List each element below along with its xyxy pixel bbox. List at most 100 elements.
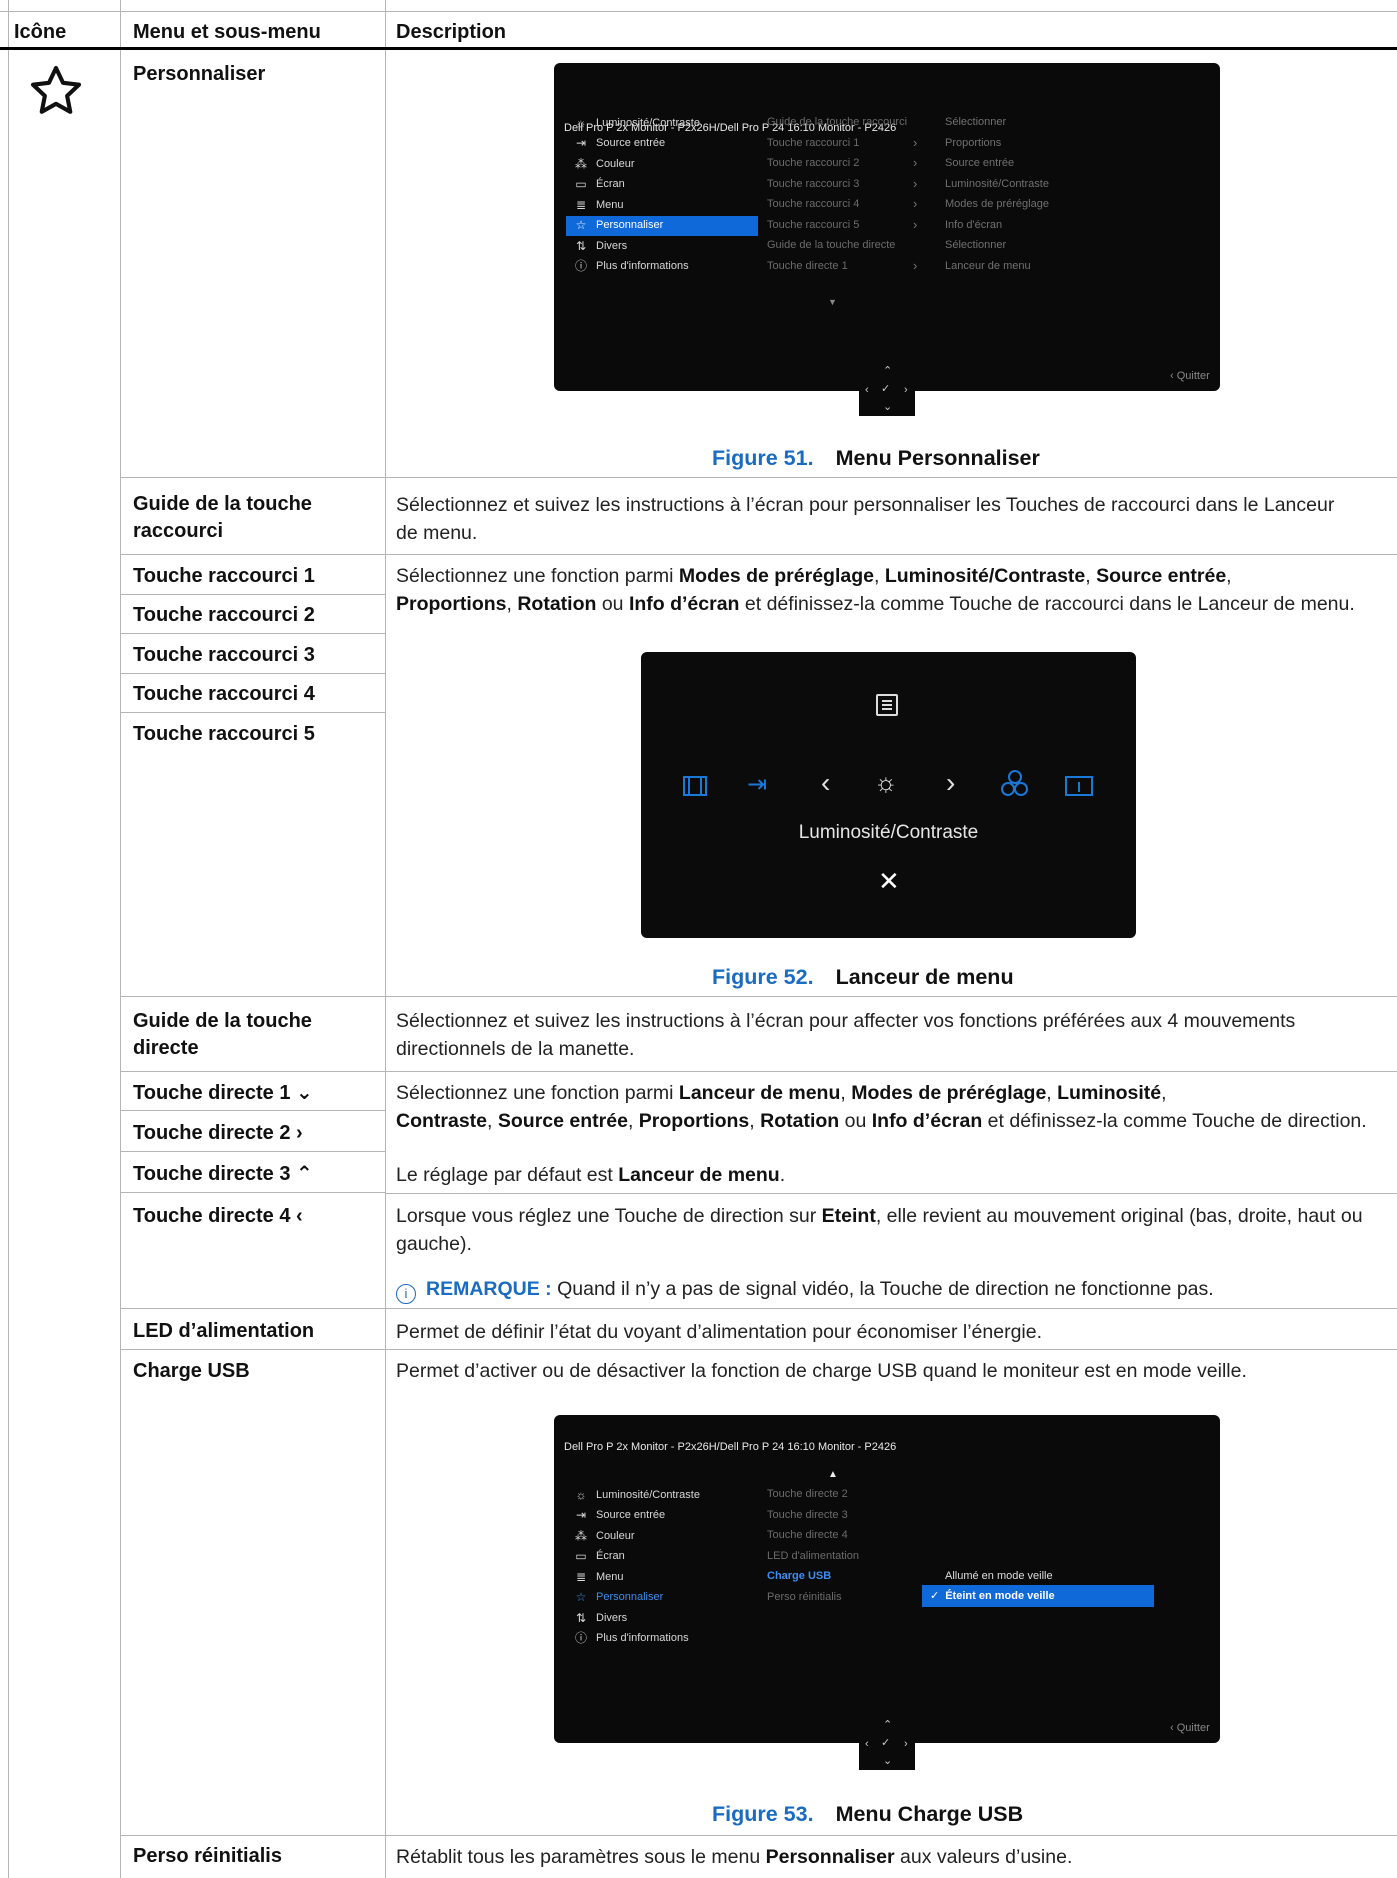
osd-submenu-item: Perso réinitialis [767,1590,842,1603]
chevron-right-icon: › [913,196,918,211]
quit-button[interactable]: ‹ Quitter [1170,369,1210,384]
osd-option-on: Allumé en mode veille [945,1570,1053,1582]
osd-submenu-item: Charge USB [767,1570,832,1582]
osd-submenu-item: LED d'alimentation [767,1549,859,1562]
osd-menu-item: ⇥ Source entrée [566,134,758,154]
osd-value-item: Source entrée [945,157,1015,169]
menu-guide-directe: Guide de la touche directe [133,1010,312,1059]
quit-button[interactable]: ‹ Quitter [1170,1721,1210,1736]
menu-touche-raccourci-4: Touche raccourci 4 [133,683,315,705]
osd-menu-label: Divers [596,239,628,252]
osd-submenu-item: Guide de la touche raccourci [767,116,908,128]
menu-touche-directe-4: Touche directe 4 ‹ [133,1205,303,1227]
menu-guide-raccourci: Guide de la touche raccourci [133,493,312,542]
menu-touche-directe-2: Touche directe 2 › [133,1122,303,1144]
figure-51-title: Menu Personnaliser [835,446,1040,470]
figure-52-title: Lanceur de menu [835,965,1014,989]
osd-submenu-item: Touche raccourci 5 [767,218,860,231]
row-divider [120,477,1397,478]
touche-directe-description: Sélectionnez une fonction parmi Lanceur … [396,1082,1367,1133]
osd-menu-item: ⓘ Plus d'informations [566,1629,758,1649]
osd-menu-item: ⓘ Plus d'informations [566,257,758,277]
input-source-icon: ⇥ [747,771,768,798]
info-icon: ⓘ [574,259,587,274]
row-divider [120,1835,1397,1836]
chevron-right-icon: › [913,155,918,170]
osd-value-item: Luminosité/Contraste [945,177,1049,190]
check-icon: ✓ [930,1589,940,1602]
osd-value-item: Info d'écran [945,218,1003,231]
row-divider [120,1349,1397,1350]
chevron-down-icon: ⌄ [296,1082,313,1104]
brightness-icon: ☼ [575,115,587,130]
guide-raccourci-description: Sélectionnez et suivez les instructions … [396,494,1335,545]
star-icon: ☆ [575,1590,587,1605]
row-divider [385,1193,1397,1194]
joystick-icon: ⌃ ‹ ✓ › ⌄ [859,1714,915,1770]
chevron-right-icon: › [913,216,918,232]
osd-menu-label: Personnaliser [596,219,664,232]
display-icon: ▭ [575,1549,587,1564]
figure-51-caption: Figure 51. Menu Personnaliser [712,444,1040,473]
osd-submenu-item: Touche raccourci 4 [767,198,860,210]
header-icon-col: Icône [14,21,67,43]
osd-menu-item: ≣ Menu [566,195,758,215]
figure-52-caption: Figure 52. Lanceur de menu [712,963,1014,992]
guide-directe-description: Sélectionnez et suivez les instructions … [396,1010,1296,1061]
row-divider [120,1110,385,1111]
row-divider [0,11,1397,12]
osd-menu-label: Menu [596,1570,624,1583]
info-icon [1065,776,1093,796]
color-icon: ⁂ [575,1528,587,1543]
osd-menu-label: Luminosité/Contraste [596,116,700,129]
osd-submenu-item: Touche raccourci 1 [767,136,860,149]
osd-menu-label: Écran [596,178,625,191]
chevron-up-icon: ⌃ [296,1163,313,1185]
osd-value-item: Proportions [945,136,1002,149]
touche-raccourci-description: Sélectionnez une fonction parmi Modes de… [396,565,1355,616]
others-icon: ⇅ [575,238,587,253]
osd-menu-label: Divers [596,1611,628,1624]
row-divider [120,1192,385,1193]
scroll-up-icon: ▲ [828,1469,838,1480]
menu-touche-raccourci-3: Touche raccourci 3 [133,644,315,666]
osd-menu-label: Couleur [596,1529,635,1542]
osd-menu-item: ☼ Luminosité/Contraste [566,113,758,133]
osd-menu-item: ⁂ Couleur [566,1526,758,1546]
osd-option-off-label: Éteint en mode veille [945,1589,1055,1602]
figure-52-number: Figure 52. [712,965,814,989]
star-icon: ☆ [575,218,587,233]
osd-value-item: Lanceur de menu [945,259,1031,272]
osd-value-item: Sélectionner [945,239,1007,251]
brightness-icon: ☼ [575,1487,587,1502]
col-divider [385,0,386,1878]
osd-submenu-item: Touche directe 3 [767,1508,848,1521]
row-divider [120,633,385,634]
header-menu-col: Menu et sous-menu [133,21,321,43]
osd-menu-label: Menu [596,198,624,211]
reset-description: Rétablit tous les paramètres sous le men… [396,1846,1073,1868]
osd-menu-label: Personnaliser [596,1591,664,1604]
chevron-left-icon: ‹ [821,767,831,798]
osd-submenu-item: Touche directe 4 [767,1529,848,1541]
input-source-icon: ⇥ [575,136,587,151]
osd-menu-label: Écran [596,1550,625,1563]
chevron-left-icon: ‹ [296,1205,303,1227]
row-divider [120,996,1397,997]
osd-submenu-item: Touche raccourci 2 [767,157,860,169]
header-rule [0,47,1397,50]
osd-menu-label: Luminosité/Contraste [596,1488,700,1501]
col-divider [120,0,121,1878]
menu-touche-raccourci-5: Touche raccourci 5 [133,723,315,745]
osd-submenu-item: Touche raccourci 3 [767,177,860,190]
menu-icon [876,694,898,716]
col-divider [8,0,9,1878]
menu-charge-usb: Charge USB [133,1360,250,1382]
figure-53-number: Figure 53. [712,1802,814,1826]
osd-menu-item: ▭ Écran [566,1547,758,1567]
menu-perso-reinitialis: Perso réinitialis [133,1845,282,1867]
default-setting-text: Le réglage par défaut est Lanceur de men… [396,1164,786,1186]
osd-option-off-selected: ✓ Éteint en mode veille [922,1585,1154,1607]
row-divider [120,712,385,713]
menu-table: Icône Menu et sous-menu Description Pers… [0,0,1397,1878]
